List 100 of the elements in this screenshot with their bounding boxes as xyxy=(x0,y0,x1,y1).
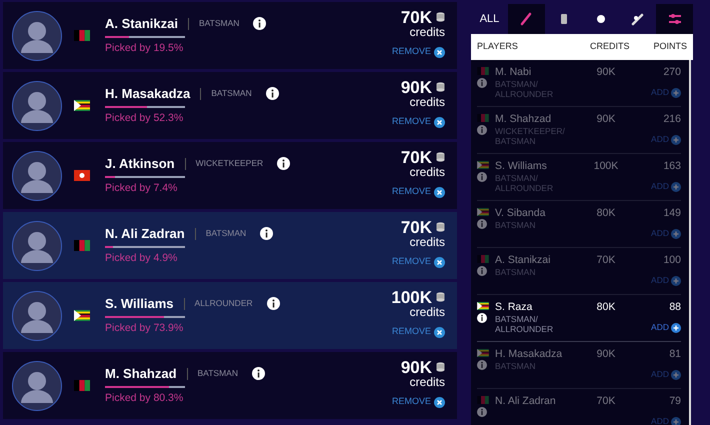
picked-percentage: Picked by 52.3% xyxy=(105,111,184,126)
flag-icon xyxy=(477,254,489,262)
plus-icon xyxy=(671,322,681,333)
info-icon xyxy=(266,297,280,310)
info-icon xyxy=(277,157,290,170)
flag-icon xyxy=(74,100,90,111)
info-icon xyxy=(253,17,266,30)
player-role: BATSMAN xyxy=(495,221,536,232)
player-name: M. Shahzad xyxy=(495,112,552,126)
flag-icon xyxy=(74,30,90,41)
coins-icon xyxy=(436,152,445,162)
close-icon xyxy=(434,186,445,198)
info-icon xyxy=(477,78,487,88)
info-icon xyxy=(477,172,487,182)
player-role: BATSMAN xyxy=(495,362,536,372)
info-icon xyxy=(260,227,274,240)
credits-label: credits xyxy=(408,96,445,108)
remove-button[interactable]: REMOVE xyxy=(392,325,445,339)
remove-button[interactable]: REMOVE xyxy=(392,45,445,59)
player-name: A. Stanikzai xyxy=(495,252,552,268)
points-value: 100 xyxy=(663,252,681,268)
plus-icon xyxy=(671,370,681,380)
avatar-icon xyxy=(12,150,62,200)
credits-label: credits xyxy=(408,236,445,248)
credits-value: 90K xyxy=(596,346,616,362)
flag-icon xyxy=(477,396,489,404)
player-name: M. Nabi xyxy=(495,64,532,80)
plus-icon xyxy=(671,182,681,192)
picked-percentage: Picked by 19.5% xyxy=(105,41,184,56)
info-icon xyxy=(477,406,487,416)
avatar-icon xyxy=(12,220,62,270)
add-button[interactable]: ADD xyxy=(651,321,681,334)
credits-value: 90K xyxy=(400,358,432,376)
flag-icon xyxy=(477,208,489,216)
coins-icon xyxy=(436,362,445,372)
plus-icon xyxy=(671,416,681,425)
remove-button[interactable]: REMOVE xyxy=(392,395,445,409)
info-icon xyxy=(477,124,487,134)
flag-icon xyxy=(74,240,90,251)
info-icon xyxy=(252,367,265,380)
credits-label: credits xyxy=(408,26,445,38)
flag-icon xyxy=(74,380,90,391)
close-icon xyxy=(434,326,445,338)
flag-icon xyxy=(477,114,489,122)
player-role: BATSMAN/ ALLROUNDER xyxy=(495,174,554,194)
points-value: 88 xyxy=(669,300,681,314)
player-role: WICKETKEEPER xyxy=(196,157,264,170)
plus-icon xyxy=(671,134,681,145)
close-icon xyxy=(434,46,445,58)
credits-value: 70K xyxy=(400,218,432,236)
plus-icon xyxy=(671,276,681,286)
flag-icon xyxy=(477,348,489,356)
credits-value: 70K xyxy=(400,8,432,26)
coins-icon xyxy=(436,12,445,22)
flag-icon xyxy=(74,170,90,181)
info-icon xyxy=(477,312,487,322)
points-value: 163 xyxy=(663,158,681,174)
picked-percentage: Picked by 73.9% xyxy=(105,321,184,336)
filter-tab[interactable]: ALL xyxy=(471,4,508,34)
points-value: 270 xyxy=(663,64,681,80)
player-row[interactable]: S. Raza BATSMAN/ ALLROUNDER 80K 88 ADD xyxy=(477,294,681,342)
credits-value: 90K xyxy=(596,64,616,80)
picked-percentage: Picked by 7.4% xyxy=(105,181,178,196)
player-role: BATSMAN xyxy=(211,87,252,100)
settings-icon xyxy=(666,11,682,27)
picked-percentage: Picked by 80.3% xyxy=(105,391,184,406)
coins-icon xyxy=(436,222,445,232)
remove-button[interactable]: REMOVE xyxy=(392,115,445,129)
coins-icon xyxy=(436,292,445,302)
coins-icon xyxy=(436,82,445,92)
player-role: BATSMAN xyxy=(206,227,246,240)
avatar-icon xyxy=(12,80,62,130)
close-icon xyxy=(434,116,445,128)
avatar-icon xyxy=(12,360,62,410)
remove-button[interactable]: REMOVE xyxy=(392,185,445,199)
flag-icon xyxy=(477,160,489,168)
points-value: 79 xyxy=(669,394,681,408)
flag-icon xyxy=(477,302,489,310)
credits-label: credits xyxy=(408,166,445,178)
points-value: 81 xyxy=(669,346,681,362)
credits-value: 70K xyxy=(596,252,616,268)
player-name: H. Masakadza xyxy=(495,346,564,362)
player-name: H. Masakadza xyxy=(105,84,190,103)
player-role: ALLROUNDER xyxy=(194,297,253,310)
plus-icon xyxy=(671,88,681,98)
player-name: N. Ali Zadran xyxy=(495,394,557,408)
close-icon xyxy=(434,396,445,408)
player-name: S. Williams xyxy=(495,158,548,174)
credits-value: 80K xyxy=(596,206,616,220)
avatar-icon xyxy=(12,290,62,340)
plus-icon xyxy=(671,228,681,239)
info-icon xyxy=(477,266,487,276)
column-header: CREDITS xyxy=(590,40,630,53)
credits-value: 70K xyxy=(400,148,432,166)
close-icon xyxy=(434,256,445,268)
remove-button[interactable]: REMOVE xyxy=(392,255,445,269)
credits-value: 100K xyxy=(391,288,432,306)
avatar-icon xyxy=(12,10,62,60)
player-role: BATSMAN xyxy=(198,17,240,30)
points-value: 216 xyxy=(663,112,681,126)
